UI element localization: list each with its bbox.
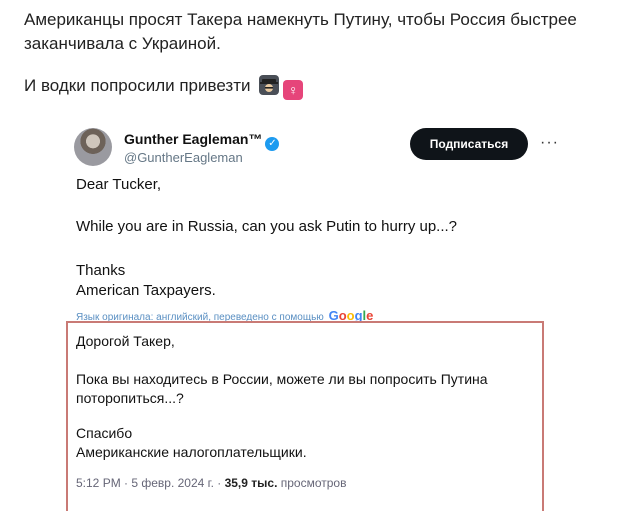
translation-question-line2: поторопиться...?: [76, 390, 184, 406]
views-count: 35,9 тыс.: [224, 476, 278, 490]
post-text-line2: И водки попросили привезти ♀: [24, 74, 614, 100]
translation-thanks: Спасибо: [76, 425, 133, 441]
embedded-tweet: Gunther Eagleman™ ✓ @GuntherEagleman Подп…: [64, 118, 558, 511]
views-label: просмотров: [277, 476, 347, 490]
post-text-line2-text: И водки попросили привезти: [24, 76, 251, 95]
tweet-question: While you are in Russia, can you ask Put…: [76, 218, 458, 235]
post-text-line1: Американцы просят Такера намекнуть Путин…: [24, 10, 577, 53]
tweet-meta: 5:12 PM · 5 февр. 2024 г. · 35,9 тыс. пр…: [76, 476, 346, 490]
post-text: Американцы просят Такера намекнуть Путин…: [24, 8, 614, 100]
avatar[interactable]: [74, 128, 112, 166]
detective-emoji-icon: [259, 75, 280, 95]
tweet-timestamp[interactable]: 5:12 PM · 5 февр. 2024 г. ·: [76, 476, 225, 490]
author-handle[interactable]: @GuntherEagleman: [124, 150, 243, 165]
tweet-header: Gunther Eagleman™ ✓ @GuntherEagleman Подп…: [74, 126, 558, 170]
translation-question-line1: Пока вы находитесь в России, можете ли в…: [76, 371, 488, 387]
verified-badge-icon: ✓: [265, 137, 280, 151]
translation-signature: Американские налогоплательщики.: [76, 444, 307, 460]
female-sign-emoji-icon: ♀: [283, 80, 304, 100]
translation-box: Дорогой Такер, Пока вы находитесь в Росс…: [66, 321, 544, 511]
tweet-greeting: Dear Tucker,: [76, 176, 162, 193]
author-name-text: Gunther Eagleman™: [124, 131, 263, 147]
translation-greeting: Дорогой Такер,: [76, 333, 175, 349]
author-name[interactable]: Gunther Eagleman™ ✓: [124, 131, 280, 151]
subscribe-button[interactable]: Подписаться: [410, 128, 528, 160]
tweet-signature: American Taxpayers.: [76, 282, 216, 299]
more-options-icon[interactable]: ···: [540, 134, 559, 152]
tweet-thanks: Thanks: [76, 262, 126, 279]
